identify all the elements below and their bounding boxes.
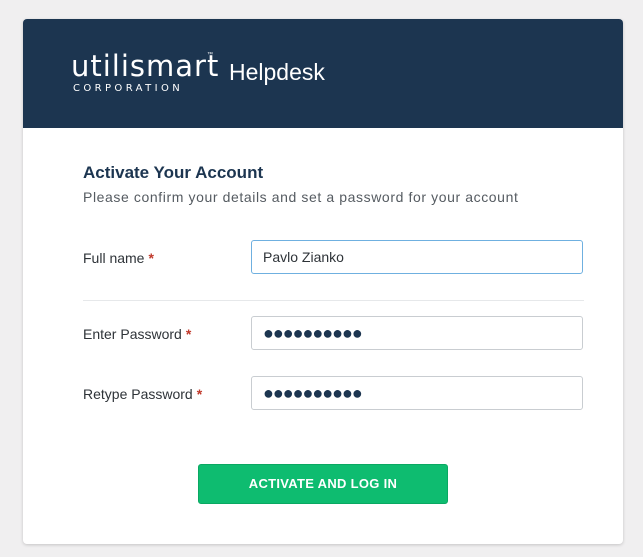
form-subtitle: Please confirm your details and set a pa… — [83, 189, 519, 205]
form-title: Activate Your Account — [83, 163, 264, 182]
required-marker: * — [148, 250, 154, 266]
password-label: Enter Password * — [83, 326, 191, 342]
logo-wordmark: utilismart — [71, 49, 220, 83]
retype-password-input[interactable] — [251, 376, 583, 410]
full-name-label-text: Full name — [83, 250, 145, 266]
password-label-text: Enter Password — [83, 326, 182, 342]
activate-and-login-button[interactable]: ACTIVATE AND LOG IN — [198, 464, 448, 504]
required-marker: * — [185, 326, 192, 342]
logo-corporation: CORPORATION — [73, 83, 184, 94]
header-bar: utilismart ™ CORPORATION Helpdesk — [23, 19, 623, 128]
retype-password-label: Retype Password * — [83, 386, 202, 402]
company-logo: utilismart ™ CORPORATION — [71, 50, 219, 95]
full-name-label: Full name * — [83, 250, 154, 266]
activation-card: utilismart ™ CORPORATION Helpdesk Activa… — [23, 19, 623, 544]
required-marker: * — [196, 386, 203, 402]
app-title: Helpdesk — [229, 59, 325, 85]
retype-password-label-text: Retype Password — [83, 386, 193, 402]
form-divider — [83, 300, 584, 301]
logo-trademark: ™ — [207, 52, 213, 58]
password-input[interactable] — [251, 316, 583, 350]
full-name-input[interactable] — [251, 240, 583, 274]
